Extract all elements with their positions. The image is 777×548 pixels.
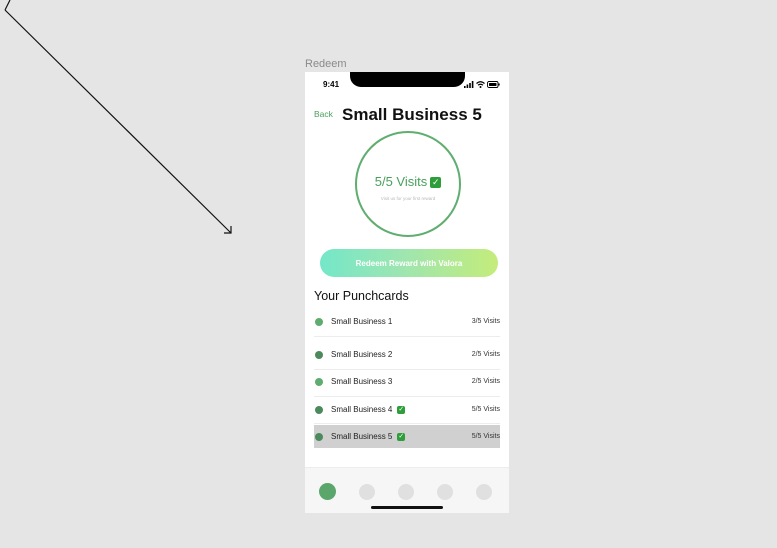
punchcard-visits: 2/5 Visits xyxy=(471,351,500,358)
visits-count: 5/5 Visits ✓ xyxy=(357,174,459,189)
back-button[interactable]: Back xyxy=(314,109,333,119)
punchcard-row[interactable]: Small Business 2 2/5 Visits xyxy=(314,343,500,366)
bottom-tab-bar xyxy=(305,467,509,513)
visits-subtext: Visit us for your first reward xyxy=(380,196,436,201)
redeem-reward-button[interactable]: Redeem Reward with Valora xyxy=(320,249,498,277)
tab-5-icon[interactable] xyxy=(476,484,492,500)
phone-screen: 9:41 Back Small Business 5 5/5 Visits ✓ V… xyxy=(305,72,509,513)
page-title: Small Business 5 xyxy=(342,105,482,124)
punchcard-row-selected[interactable]: Small Business 5 ✓ 5/5 Visits xyxy=(314,425,500,448)
tab-home-icon[interactable] xyxy=(319,483,336,500)
status-dot-icon xyxy=(315,317,323,326)
device-notch xyxy=(350,72,465,87)
home-indicator xyxy=(371,506,443,509)
punchcards-heading: Your Punchcards xyxy=(314,289,409,303)
wifi-icon xyxy=(476,81,485,88)
check-mark-icon: ✓ xyxy=(397,432,406,441)
punchcard-name: Small Business 5 ✓ xyxy=(331,432,406,441)
status-dot-icon xyxy=(315,405,323,414)
tab-3-icon[interactable] xyxy=(398,484,414,500)
tab-2-icon[interactable] xyxy=(359,484,375,500)
visits-count-text: 5/5 Visits xyxy=(374,174,428,189)
status-icons xyxy=(464,80,500,89)
status-dot-icon xyxy=(315,350,323,359)
punchcard-row[interactable]: Small Business 4 ✓ 5/5 Visits xyxy=(314,398,500,421)
punchcard-name: Small Business 3 xyxy=(331,377,393,386)
punchcard-visits: 2/5 Visits xyxy=(471,378,500,385)
signal-icon xyxy=(464,81,474,88)
row-divider xyxy=(314,396,500,397)
punchcard-row[interactable]: Small Business 1 3/5 Visits xyxy=(314,310,500,333)
status-dot-icon xyxy=(315,432,323,441)
status-time: 9:41 xyxy=(323,80,340,89)
visits-progress-circle: 5/5 Visits ✓ Visit us for your first rewa… xyxy=(355,131,461,237)
punchcard-visits: 5/5 Visits xyxy=(471,433,500,440)
row-divider xyxy=(314,336,500,337)
punchcard-name: Small Business 2 xyxy=(331,350,393,359)
punchcard-name: Small Business 1 xyxy=(331,317,393,326)
tab-4-icon[interactable] xyxy=(437,484,453,500)
battery-icon xyxy=(487,81,500,88)
row-divider xyxy=(314,423,500,424)
check-mark-icon: ✓ xyxy=(397,405,406,414)
check-mark-icon: ✓ xyxy=(430,177,442,189)
punchcard-visits: 5/5 Visits xyxy=(471,406,500,413)
punchcard-name: Small Business 4 ✓ xyxy=(331,405,406,414)
punchcard-row[interactable]: Small Business 3 2/5 Visits xyxy=(314,370,500,393)
status-dot-icon xyxy=(315,377,323,386)
punchcard-visits: 3/5 Visits xyxy=(471,318,500,325)
